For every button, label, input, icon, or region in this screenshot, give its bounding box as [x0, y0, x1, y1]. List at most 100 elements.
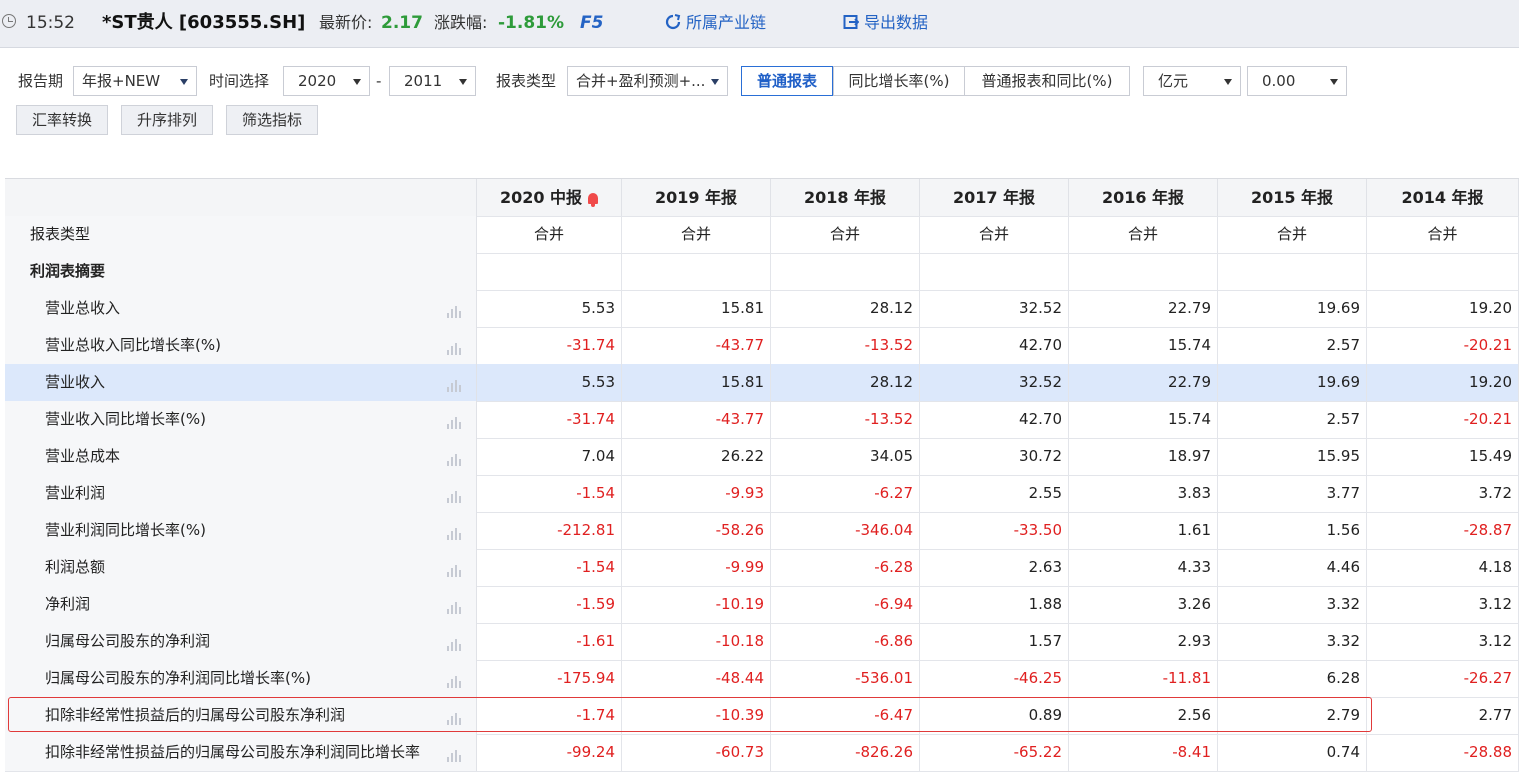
- bar-chart-icon[interactable]: [447, 639, 461, 651]
- table-cell: 7.04: [477, 438, 622, 475]
- table-cell: 2.57: [1218, 327, 1367, 364]
- report-period-select[interactable]: 年报+NEW: [73, 66, 197, 96]
- table-row[interactable]: 营业利润 -1.54 -9.93 -6.27 2.55 3.83 3.77 3.72: [5, 475, 1519, 513]
- table-cell: 6.28: [1218, 660, 1367, 697]
- table-cell: -346.04: [771, 512, 920, 549]
- column-header: 2019 年报: [622, 179, 771, 216]
- bar-chart-icon[interactable]: [447, 306, 461, 318]
- table-cell: -33.50: [920, 512, 1069, 549]
- table-row[interactable]: 营业总收入同比增长率(%) -31.74 -43.77 -13.52 42.70 15.7…: [5, 327, 1519, 365]
- report-type-label: 报表类型: [496, 72, 557, 90]
- table-cell: -6.94: [771, 586, 920, 623]
- column-header: 2015 年报: [1218, 179, 1367, 216]
- clock-icon: [2, 14, 16, 28]
- tab-normal-report[interactable]: 普通报表: [741, 66, 833, 96]
- table-cell: -46.25: [920, 660, 1069, 697]
- table-cell: 15.95: [1218, 438, 1367, 475]
- time-from-select[interactable]: 2020: [283, 66, 370, 96]
- change-value: -1.81%: [498, 13, 565, 33]
- report-type-row[interactable]: 报表类型 合并 合并 合并 合并 合并 合并 合并: [5, 216, 1519, 254]
- table-cell: 合并: [1218, 216, 1367, 253]
- refresh-f5-button[interactable]: F5: [580, 11, 603, 35]
- table-row[interactable]: 营业总成本 7.04 26.22 34.05 30.72 18.97 15.95 15.49: [5, 438, 1519, 476]
- export-label: 导出数据: [864, 13, 929, 32]
- table-row[interactable]: 净利润 -1.59 -10.19 -6.94 1.88 3.26 3.32 3.12: [5, 586, 1519, 624]
- table-cell: 合并: [1367, 216, 1519, 253]
- table-cell: -6.86: [771, 623, 920, 660]
- table-cell: -6.28: [771, 549, 920, 586]
- column-header: 2018 年报: [771, 179, 920, 216]
- table-cell: -9.99: [622, 549, 771, 586]
- table-cell: 32.52: [920, 364, 1069, 401]
- industry-chain-link[interactable]: 所属产业链: [665, 11, 766, 35]
- bar-chart-icon[interactable]: [447, 528, 461, 540]
- bar-chart-icon[interactable]: [447, 491, 461, 503]
- table-cell: -43.77: [622, 327, 771, 364]
- time-to-select[interactable]: 2011: [389, 66, 476, 96]
- table-cell: 5.53: [477, 364, 622, 401]
- table-cell: [477, 253, 622, 290]
- table-cell: 3.12: [1367, 586, 1519, 623]
- report-period-value: 年报+NEW: [82, 72, 161, 90]
- report-type-value: 合并+盈利预测+...: [576, 72, 706, 90]
- title-bar: 15:52 *ST贵人 [603555.SH] 最新价: 2.17 涨跌幅: -…: [0, 0, 1519, 48]
- table-cell: 15.49: [1367, 438, 1519, 475]
- bar-chart-icon[interactable]: [447, 750, 461, 762]
- table-row[interactable]: 归属母公司股东的净利润同比增长率(%) -175.94 -48.44 -536.01-…: [5, 660, 1519, 698]
- bar-chart-icon[interactable]: [447, 417, 461, 429]
- table-cell: -60.73: [622, 734, 771, 771]
- table-cell: -10.19: [622, 586, 771, 623]
- table-header-row[interactable]: 2020 中报 2019 年报 2018 年报 2017 年报 2016 年报 2015 …: [5, 179, 1519, 217]
- table-cell: -8.41: [1069, 734, 1218, 771]
- table-cell: 合并: [1069, 216, 1218, 253]
- latest-price-label: 最新价:: [319, 13, 373, 32]
- bar-chart-icon[interactable]: [447, 713, 461, 725]
- tab-yoy-growth[interactable]: 同比增长率(%): [833, 66, 965, 96]
- table-cell: [1367, 253, 1519, 290]
- bar-chart-icon[interactable]: [447, 676, 461, 688]
- latest-price-value: 2.17: [381, 13, 423, 33]
- table-cell: 3.77: [1218, 475, 1367, 512]
- industry-chain-label: 所属产业链: [686, 13, 767, 32]
- table-row[interactable]: 营业收入 5.53 15.81 28.12 32.52 22.79 19.69 19.20: [5, 364, 1519, 402]
- table-row[interactable]: 营业收入同比增长率(%) -31.74 -43.77 -13.52 42.70 15.74…: [5, 401, 1519, 439]
- ascending-sort-button[interactable]: 升序排列: [121, 105, 213, 135]
- table-cell: 1.88: [920, 586, 1069, 623]
- decimal-select[interactable]: 0.00: [1247, 66, 1347, 96]
- table-row[interactable]: 扣除非经常性损益后的归属母公司股东净利润 -1.74 -10.39 -6.47 0.89…: [5, 697, 1519, 735]
- export-data-link[interactable]: 导出数据: [843, 11, 928, 35]
- table-row[interactable]: 营业总收入 5.53 15.81 28.12 32.52 22.79 19.69 19.20: [5, 290, 1519, 328]
- row-label: 扣除非经常性损益后的归属母公司股东净利润同比增长率: [5, 734, 477, 771]
- stock-title: *ST贵人 [603555.SH]: [102, 12, 306, 33]
- table-cell: -1.74: [477, 697, 622, 734]
- row-label: 营业总收入同比增长率(%): [5, 327, 477, 364]
- table-cell: 1.61: [1069, 512, 1218, 549]
- table-cell: 34.05: [771, 438, 920, 475]
- table-row[interactable]: 利润总额 -1.54 -9.99 -6.28 2.63 4.33 4.46 4.18: [5, 549, 1519, 587]
- table-cell: 15.74: [1069, 327, 1218, 364]
- table-cell: -13.52: [771, 401, 920, 438]
- income-statement-table: 2020 中报 2019 年报 2018 年报 2017 年报 2016 年报 2015 …: [5, 178, 1519, 772]
- row-label: 营业总成本: [5, 438, 477, 475]
- table-cell: -43.77: [622, 401, 771, 438]
- bell-icon[interactable]: [588, 193, 599, 207]
- bar-chart-icon[interactable]: [447, 380, 461, 392]
- table-row[interactable]: 归属母公司股东的净利润 -1.61 -10.18 -6.86 1.57 2.93 3.32 3…: [5, 623, 1519, 661]
- report-type-select[interactable]: 合并+盈利预测+...: [567, 66, 728, 96]
- table-row[interactable]: 扣除非经常性损益后的归属母公司股东净利润同比增长率 -99.24 -60.73 -82…: [5, 734, 1519, 772]
- bar-chart-icon[interactable]: [447, 602, 461, 614]
- bar-chart-icon[interactable]: [447, 343, 461, 355]
- table-row[interactable]: 营业利润同比增长率(%) -212.81 -58.26 -346.04 -33.50 1.…: [5, 512, 1519, 550]
- bar-chart-icon[interactable]: [447, 565, 461, 577]
- unit-select[interactable]: 亿元: [1143, 66, 1241, 96]
- tab-normal-and-yoy[interactable]: 普通报表和同比(%): [964, 66, 1130, 96]
- table-cell: -536.01: [771, 660, 920, 697]
- fx-convert-button[interactable]: 汇率转换: [16, 105, 108, 135]
- table-cell: 2.77: [1367, 697, 1519, 734]
- unit-value: 亿元: [1158, 72, 1189, 90]
- bar-chart-icon[interactable]: [447, 454, 461, 466]
- filter-indicators-button[interactable]: 筛选指标: [226, 105, 318, 135]
- table-cell: -6.47: [771, 697, 920, 734]
- table-cell: 4.46: [1218, 549, 1367, 586]
- section-title-row[interactable]: 利润表摘要: [5, 253, 1519, 291]
